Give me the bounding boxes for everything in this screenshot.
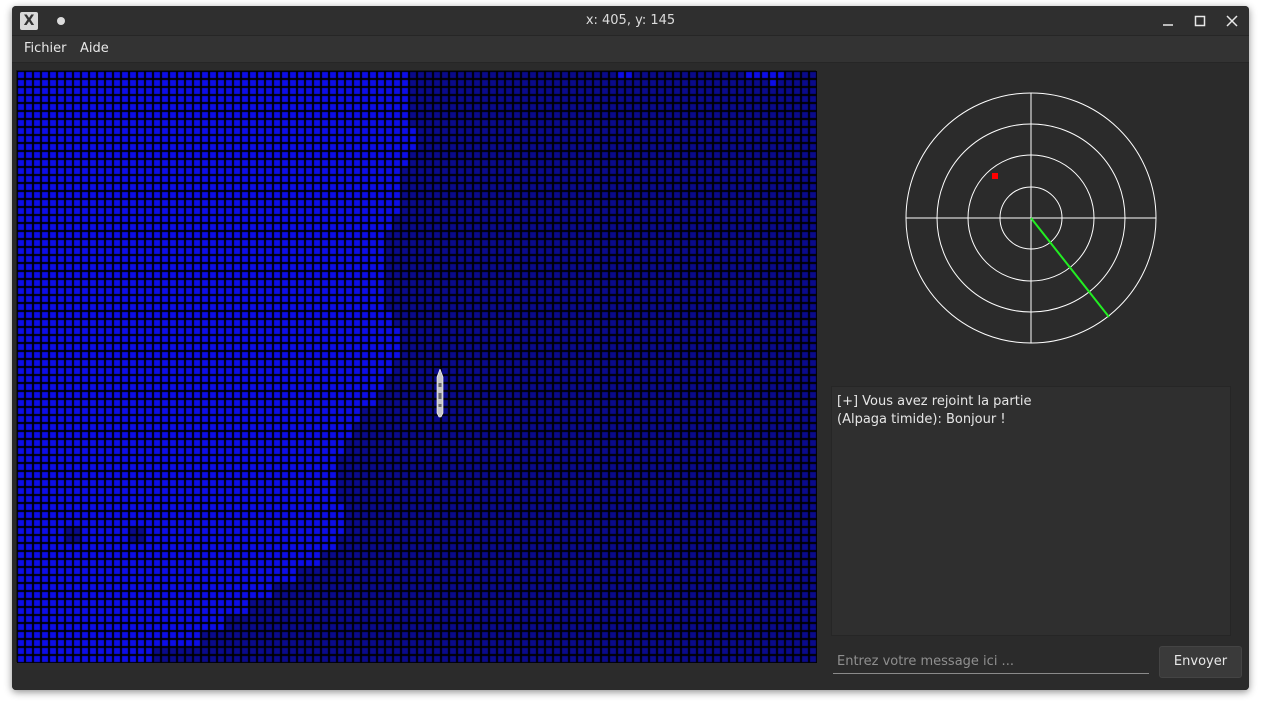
window-title: x: 405, y: 145 xyxy=(585,13,676,28)
radar-sweep xyxy=(1030,217,1110,318)
maximize-icon xyxy=(1194,15,1206,27)
map-grid-canvas[interactable] xyxy=(17,71,817,663)
menu-bar: Fichier Aide xyxy=(12,36,1249,63)
send-button[interactable]: Envoyer xyxy=(1159,646,1242,678)
maximize-button[interactable] xyxy=(1189,11,1211,31)
app-window: X x: 405, y: 145 Fichier Aide [+] Vous a… xyxy=(12,6,1249,690)
chat-message: [+] Vous avez rejoint la partie xyxy=(837,394,1032,409)
minimize-icon xyxy=(1163,24,1173,26)
chat-input[interactable] xyxy=(833,650,1149,674)
minimize-button[interactable] xyxy=(1157,11,1179,31)
radar-contact xyxy=(992,173,998,179)
game-map[interactable] xyxy=(16,70,817,663)
close-button[interactable] xyxy=(1221,11,1243,31)
status-bar xyxy=(12,680,1249,690)
radar-display xyxy=(905,92,1157,344)
title-bar[interactable]: X x: 405, y: 145 xyxy=(12,6,1249,36)
chat-log: [+] Vous avez rejoint la partie (Alpaga … xyxy=(831,386,1231,636)
close-icon xyxy=(1226,15,1238,27)
ship-icon[interactable] xyxy=(435,369,445,419)
radar-panel xyxy=(830,70,1242,384)
menu-aide[interactable]: Aide xyxy=(80,41,109,56)
menu-fichier[interactable]: Fichier xyxy=(24,41,67,56)
chat-message: (Alpaga timide): Bonjour ! xyxy=(837,412,1006,427)
